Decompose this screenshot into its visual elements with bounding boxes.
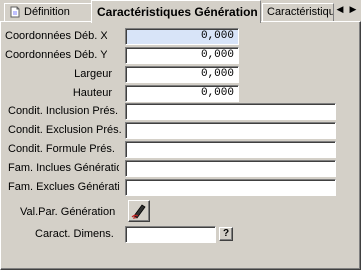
largeur-label: Largeur <box>74 68 112 80</box>
triangle-right-icon: ▶ <box>349 4 357 14</box>
cond-exclusion-field[interactable] <box>125 122 336 139</box>
val-par-edit-button[interactable] <box>128 200 150 222</box>
row-cond-inclusion: Condit. Inclusion Prés. <box>1 103 356 120</box>
document-icon <box>9 6 21 18</box>
edit-pen-icon <box>131 204 146 219</box>
fam-exclues-field[interactable] <box>125 179 336 196</box>
row-fam-exclues: Fam. Exclues Génération <box>1 179 356 196</box>
row-caract-dimens: Caract. Dimens. ? <box>1 226 356 243</box>
tab-definition[interactable]: Définition <box>4 3 92 21</box>
cond-formule-field[interactable] <box>125 141 336 158</box>
tab-strip: Définition Caractéristiques Génération C… <box>0 0 361 23</box>
val-par-label: Val.Par. Génération <box>20 206 116 218</box>
fam-incluses-label: Fam. Inclues Génération <box>8 162 119 174</box>
coord-y-field[interactable]: 0,000 <box>125 47 239 64</box>
help-icon: ? <box>222 228 230 239</box>
tab-caracteristiques-generation[interactable]: Caractéristiques Génération <box>91 0 261 23</box>
cond-formule-label: Condit. Formule Prés. <box>8 143 115 155</box>
tab-caracteristiques-generation-label: Caractéristiques Génération <box>97 5 258 19</box>
tab-definition-label: Définition <box>24 6 70 18</box>
fam-exclues-label: Fam. Exclues Génération <box>8 181 119 193</box>
fam-incluses-field[interactable] <box>125 160 336 177</box>
row-cond-formule: Condit. Formule Prés. <box>1 141 356 158</box>
coord-x-field[interactable]: 0,000 <box>125 28 239 45</box>
tab-panel: Coordonnées Déb. X 0,000 Coordonnées Déb… <box>0 21 361 270</box>
coord-y-label: Coordonnées Déb. Y <box>5 49 107 61</box>
caract-dimens-label: Caract. Dimens. <box>35 228 114 240</box>
triangle-left-icon: ◀ <box>336 4 344 14</box>
row-cond-exclusion: Condit. Exclusion Prés. <box>1 122 356 139</box>
row-hauteur: Hauteur 0,000 <box>1 85 356 102</box>
cond-inclusion-field[interactable] <box>125 103 336 120</box>
caract-dimens-help-button[interactable]: ? <box>219 227 233 241</box>
hauteur-field[interactable]: 0,000 <box>125 85 239 102</box>
largeur-field[interactable]: 0,000 <box>125 66 239 83</box>
row-val-par: Val.Par. Génération <box>1 200 356 224</box>
properties-window: Définition Caractéristiques Génération C… <box>0 0 361 270</box>
cond-inclusion-label: Condit. Inclusion Prés. <box>8 105 119 117</box>
hauteur-label: Hauteur <box>72 87 112 99</box>
tab-caracteristiques-label: Caractéristiqu <box>267 6 334 18</box>
tab-caracteristiques[interactable]: Caractéristiqu <box>262 3 334 21</box>
row-largeur: Largeur 0,000 <box>1 66 356 83</box>
tab-scroll-right-button[interactable]: ▶ <box>346 1 360 17</box>
coord-x-label: Coordonnées Déb. X <box>5 30 107 42</box>
cond-exclusion-label: Condit. Exclusion Prés. <box>8 124 121 136</box>
row-coord-x: Coordonnées Déb. X 0,000 <box>1 28 356 45</box>
row-fam-incluses: Fam. Inclues Génération <box>1 160 356 177</box>
row-coord-y: Coordonnées Déb. Y 0,000 <box>1 47 356 64</box>
caract-dimens-field[interactable] <box>125 226 216 243</box>
tab-scroll-left-button[interactable]: ◀ <box>333 1 347 17</box>
